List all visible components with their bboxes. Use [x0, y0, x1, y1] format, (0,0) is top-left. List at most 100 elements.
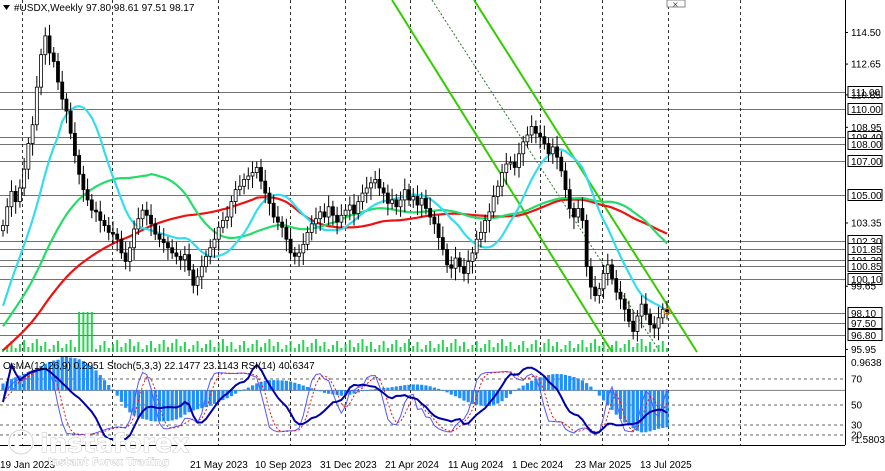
candle-body: [601, 272, 606, 290]
price-tick-label: 99.65: [851, 282, 876, 293]
candle-body: [106, 225, 111, 233]
candle-body: [343, 209, 348, 216]
candle-body: [161, 238, 166, 244]
osma-bar: [162, 390, 166, 422]
candle-body: [605, 264, 610, 274]
candle-body: [419, 197, 424, 206]
osma-bar: [246, 387, 250, 391]
volume-bar: [623, 344, 626, 352]
osma-bar: [356, 390, 360, 393]
candle-body: [123, 252, 128, 262]
price-level-label: 97.50: [851, 319, 876, 330]
volume-bar: [196, 341, 199, 352]
osma-bar: [631, 390, 635, 429]
volume-bar: [382, 341, 385, 352]
osma-bar: [585, 383, 589, 391]
volume-bar: [517, 345, 520, 352]
candle-body: [635, 315, 640, 332]
volume-bar: [632, 347, 635, 352]
candle-body: [309, 223, 314, 233]
volume-bar: [162, 340, 165, 352]
volume-bar: [513, 349, 516, 352]
candle-body: [89, 199, 94, 211]
osma-bar: [280, 380, 284, 391]
osma-tick-label: 0.9638: [851, 358, 882, 369]
volume-bar: [150, 341, 153, 352]
candle-body: [94, 209, 98, 213]
volume-bar: [462, 342, 465, 352]
volume-bar: [221, 339, 224, 352]
volume-bar: [441, 340, 444, 352]
volume-bar: [44, 342, 47, 352]
volume-bar: [556, 342, 559, 352]
volume-bar: [56, 341, 59, 352]
volume-bar: [399, 347, 402, 352]
volume-bar: [230, 342, 233, 352]
candle-body: [64, 98, 69, 112]
volume-bar: [395, 340, 398, 352]
candle-body: [26, 143, 31, 170]
volume-bar: [611, 345, 614, 352]
candle-body: [487, 211, 492, 221]
volume-bar: [179, 346, 182, 352]
osma-bar: [14, 377, 18, 391]
candle-body: [43, 35, 48, 56]
candle-body: [415, 196, 420, 206]
candle-body: [517, 153, 521, 168]
candle-body: [242, 179, 246, 187]
time-tick-label: 1 Dec 2024: [512, 460, 564, 471]
candle-body: [610, 264, 614, 279]
volume-bar: [479, 348, 482, 352]
volume-bar: [95, 349, 98, 352]
volume-bar: [285, 345, 288, 352]
candle-body: [542, 136, 547, 144]
price-tick-label: 95.95: [851, 345, 876, 356]
candle-body: [34, 86, 39, 126]
volume-bar: [598, 346, 601, 352]
volume-bar: [416, 342, 419, 352]
volume-bar: [653, 349, 656, 352]
candle-body: [652, 324, 657, 329]
osma-bar: [322, 390, 327, 393]
candle-body: [56, 61, 60, 83]
osma-bar: [665, 390, 669, 428]
candle-body: [356, 201, 361, 214]
osma-bar: [504, 390, 508, 398]
candle-body: [182, 254, 187, 261]
candle-body: [529, 126, 534, 136]
candle-body: [394, 199, 399, 208]
candle-body: [132, 228, 137, 249]
candle-body: [491, 196, 496, 213]
osma-bar: [386, 387, 390, 391]
candle-body: [588, 266, 593, 288]
volume-bar: [86, 312, 89, 352]
candle-body: [39, 54, 43, 88]
candle-body: [580, 208, 585, 221]
volume-bar: [69, 340, 72, 352]
price-tick-label: 114.50: [851, 28, 881, 39]
candle-body: [432, 216, 437, 225]
candle-body: [508, 161, 513, 165]
volume-bar: [408, 339, 411, 352]
volume-bar: [18, 344, 21, 352]
candle-body: [402, 189, 407, 201]
candle-body: [466, 261, 471, 274]
volume-bar: [302, 340, 305, 352]
volume-bar: [188, 349, 191, 352]
volume-bar: [205, 344, 208, 352]
osma-bar: [250, 385, 255, 391]
osma-bar: [390, 387, 394, 391]
osma-bar: [242, 389, 246, 391]
candle-body: [166, 242, 170, 249]
candle-body: [576, 208, 581, 218]
osma-bar: [238, 390, 242, 392]
trading-chart[interactable]: 111.00110.00108.40108.00107.00105.00102.…: [0, 0, 885, 471]
price-level-label: 105.00: [851, 191, 882, 202]
volume-bar: [429, 341, 432, 352]
volume-bar: [369, 342, 372, 352]
volume-bar: [128, 339, 131, 352]
volume-bar: [484, 344, 487, 352]
time-tick-label: 10 Sep 2023: [255, 460, 312, 471]
candle-body: [85, 189, 90, 201]
volume-bar: [386, 348, 389, 352]
